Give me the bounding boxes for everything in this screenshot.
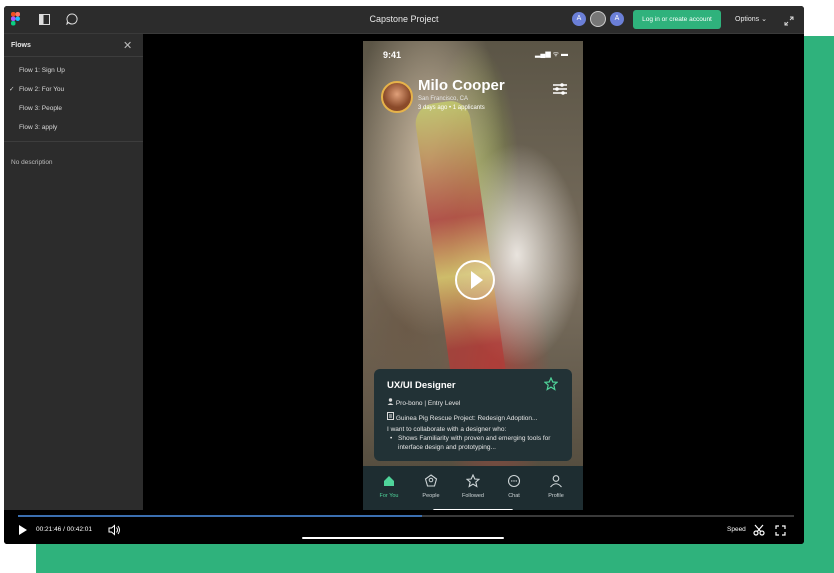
collaborator-avatar[interactable]: A [610,12,624,26]
options-menu[interactable]: Options ⌄ [735,15,767,23]
flow-item-sign-up[interactable]: Flow 1: Sign Up [19,67,65,74]
close-icon[interactable]: ✕ [123,39,132,52]
avatar[interactable] [381,81,413,113]
chat-icon [494,474,534,490]
background-photo [413,98,508,394]
document-icon [387,412,396,422]
login-button[interactable]: Log in or create account [633,10,721,29]
progress-fill [18,515,422,517]
bottom-tab-bar: For You People Followed Chat Profile [363,466,583,516]
job-type-row: Pro-bono | Entry Level [387,398,460,407]
tab-label: Followed [461,493,484,499]
status-icons: ▂▄▆ ᯤ ▬ [535,51,569,58]
flow-description: No description [11,159,53,166]
flow-item-for-you[interactable]: Flow 2: For You [19,86,64,93]
scissors-icon[interactable] [753,523,765,541]
progress-bar[interactable] [18,515,794,517]
home-indicator-bar [302,537,504,539]
home-icon [369,474,409,490]
job-description: I want to collaborate with a designer wh… [387,426,507,433]
flow-item-apply[interactable]: Flow 3: apply [19,124,57,131]
fullscreen-icon[interactable] [775,523,786,541]
star-icon[interactable] [543,376,559,396]
divider [4,141,143,142]
volume-icon[interactable] [108,523,121,541]
play-icon[interactable] [18,523,28,541]
expand-icon[interactable] [784,13,794,31]
tab-label: For You [379,493,399,499]
check-icon: ✓ [9,86,15,93]
play-icon[interactable] [455,260,495,300]
job-title: UX/UI Designer [387,380,456,391]
prototype-window: Capstone Project A A Log in or create ac… [4,6,804,544]
tab-label: Profile [548,493,564,499]
options-label: Options [735,16,760,23]
profile-name: Milo Cooper [418,77,505,94]
job-card[interactable]: UX/UI Designer Pro-bono | Entry Level Gu… [374,369,572,461]
tab-label: Chat [508,493,520,499]
phone-prototype-frame[interactable]: 9:41 ▂▄▆ ᯤ ▬ Milo Cooper San Francisco, … [363,41,583,516]
people-icon [411,474,451,490]
star-icon [453,473,493,490]
profile-location: San Francisco, CA [418,96,469,102]
tab-followed[interactable]: Followed [453,473,493,499]
job-project: Guinea Pig Rescue Project: Redesign Adop… [395,415,538,422]
tab-chat[interactable]: Chat [494,474,534,499]
top-bar: Capstone Project A A Log in or create ac… [4,6,804,34]
flows-sidebar: Flows ✕ Flow 1: Sign Up ✓ Flow 2: For Yo… [4,34,143,510]
person-icon [387,398,396,407]
collaborator-avatar[interactable]: A [572,12,586,26]
job-project-row: Guinea Pig Rescue Project: Redesign Adop… [387,412,537,422]
job-bullet-text: Shows Familiarity with proven and emergi… [398,435,551,451]
speed-button[interactable]: Speed [727,526,746,533]
profile-icon [536,474,576,490]
playback-time: 00:21:46 / 00:42:01 [36,526,93,533]
tab-profile[interactable]: Profile [536,474,576,499]
tab-people[interactable]: People [411,474,451,499]
job-bullet: • Shows Familiarity with proven and emer… [390,435,551,451]
status-time: 9:41 [383,50,402,60]
filter-icon[interactable] [551,80,569,98]
job-type: Pro-bono | Entry Level [395,400,461,407]
flow-item-people[interactable]: Flow 3: People [19,105,62,112]
divider [4,56,143,57]
tab-for-you[interactable]: For You [369,474,409,499]
tab-label: People [422,493,440,499]
profile-stats: 3 days ago • 1 applicants [418,105,485,111]
chevron-down-icon: ⌄ [761,16,767,23]
flows-header: Flows [11,42,31,49]
collaborator-avatar-photo[interactable] [590,11,606,27]
